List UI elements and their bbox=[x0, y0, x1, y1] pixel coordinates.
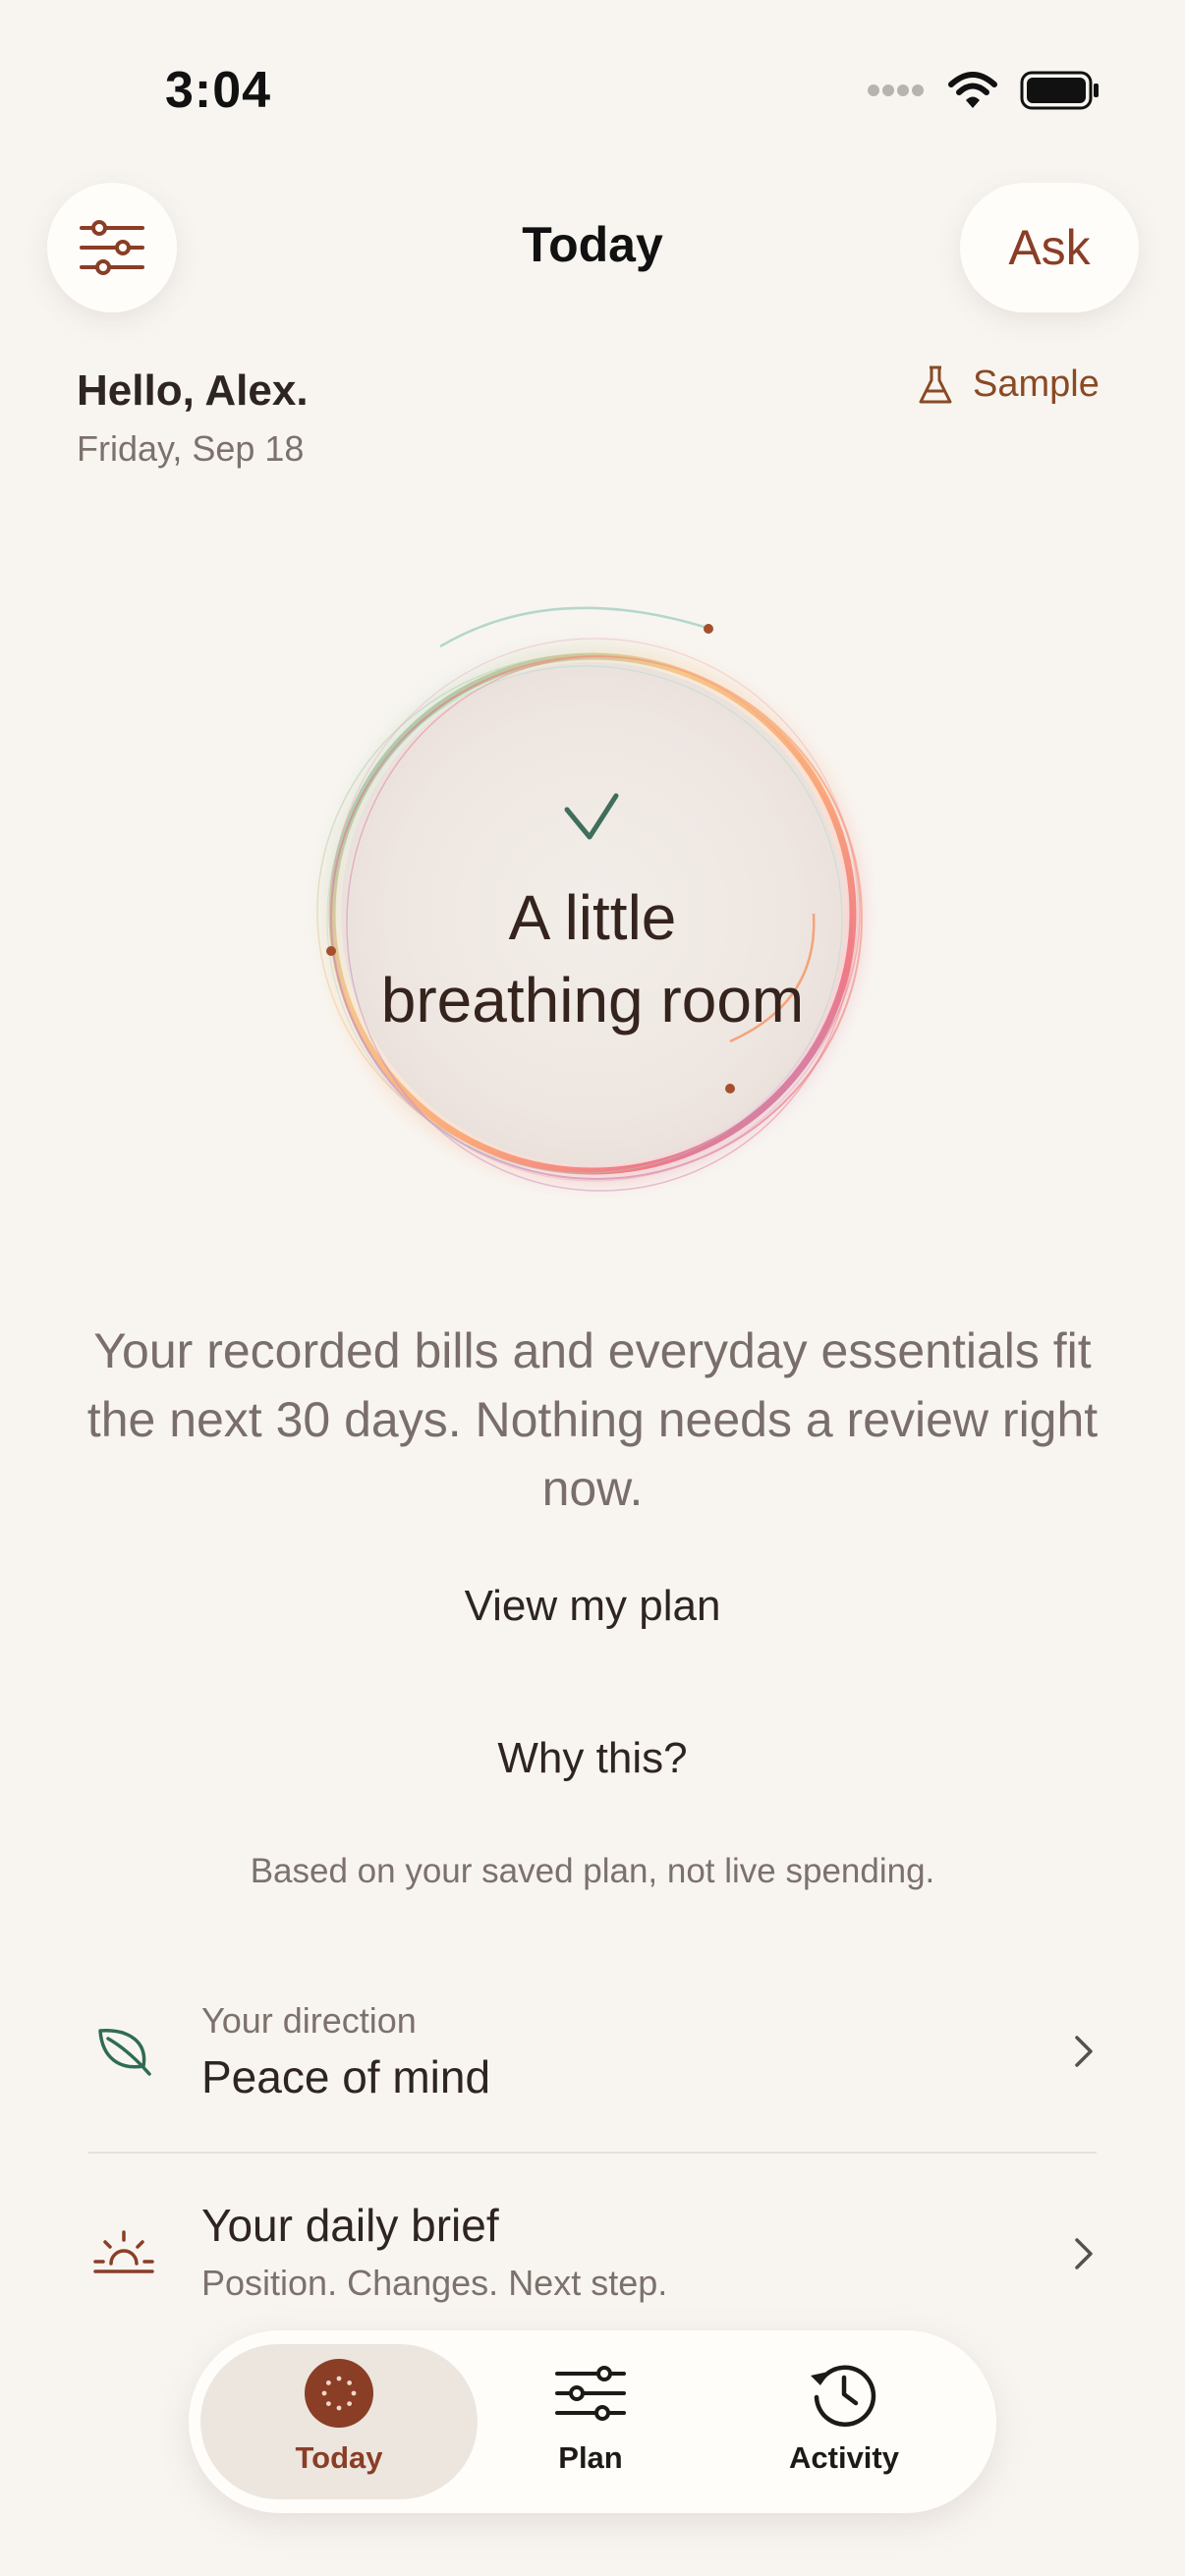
view-plan-link[interactable]: View my plan bbox=[0, 1582, 1185, 1631]
today-icon bbox=[305, 2359, 373, 2428]
row-divider bbox=[88, 2152, 1097, 2154]
sunrise-icon bbox=[86, 2216, 161, 2291]
status-time: 3:04 bbox=[165, 62, 272, 119]
basis-note: Based on your saved plan, not live spend… bbox=[250, 1852, 935, 1890]
direction-value[interactable]: Peace of mind bbox=[201, 2050, 490, 2103]
status-icons bbox=[867, 71, 1100, 110]
battery-icon bbox=[1020, 71, 1099, 110]
sample-badge[interactable]: Sample bbox=[918, 364, 1100, 406]
tab-today[interactable]: Today bbox=[212, 2358, 466, 2476]
chevron-right-icon[interactable] bbox=[1069, 2232, 1099, 2275]
why-this-link[interactable]: Why this? bbox=[0, 1734, 1185, 1783]
ask-button[interactable]: Ask bbox=[960, 183, 1139, 312]
sliders-icon bbox=[555, 2366, 626, 2421]
daily-brief-title[interactable]: Your daily brief bbox=[201, 2199, 499, 2252]
tab-activity-label: Activity bbox=[789, 2440, 899, 2475]
signal-dots-icon bbox=[868, 84, 924, 96]
tab-today-label: Today bbox=[295, 2440, 383, 2475]
leaf-icon bbox=[86, 2014, 161, 2089]
summary-text: Your recorded bills and everyday essenti… bbox=[86, 1323, 1099, 1516]
ring-headline-line2: breathing room bbox=[380, 965, 805, 1036]
tab-plan[interactable]: Plan bbox=[464, 2358, 717, 2476]
tab-activity[interactable]: Activity bbox=[717, 2358, 971, 2476]
wifi-icon bbox=[948, 72, 997, 108]
date-label: Friday, Sep 18 bbox=[77, 428, 305, 469]
chevron-right-icon[interactable] bbox=[1069, 2030, 1099, 2073]
direction-label: Your direction bbox=[201, 2000, 417, 2041]
history-icon bbox=[811, 2365, 876, 2427]
ring-headline: A little breathing room bbox=[298, 876, 887, 1041]
greeting: Hello, Alex. bbox=[77, 366, 309, 415]
daily-brief-subtitle: Position. Changes. Next step. bbox=[201, 2263, 668, 2303]
tab-plan-label: Plan bbox=[558, 2440, 623, 2475]
sample-label: Sample bbox=[973, 364, 1100, 405]
flask-icon bbox=[919, 365, 952, 403]
ring-headline-line1: A little bbox=[508, 882, 677, 953]
